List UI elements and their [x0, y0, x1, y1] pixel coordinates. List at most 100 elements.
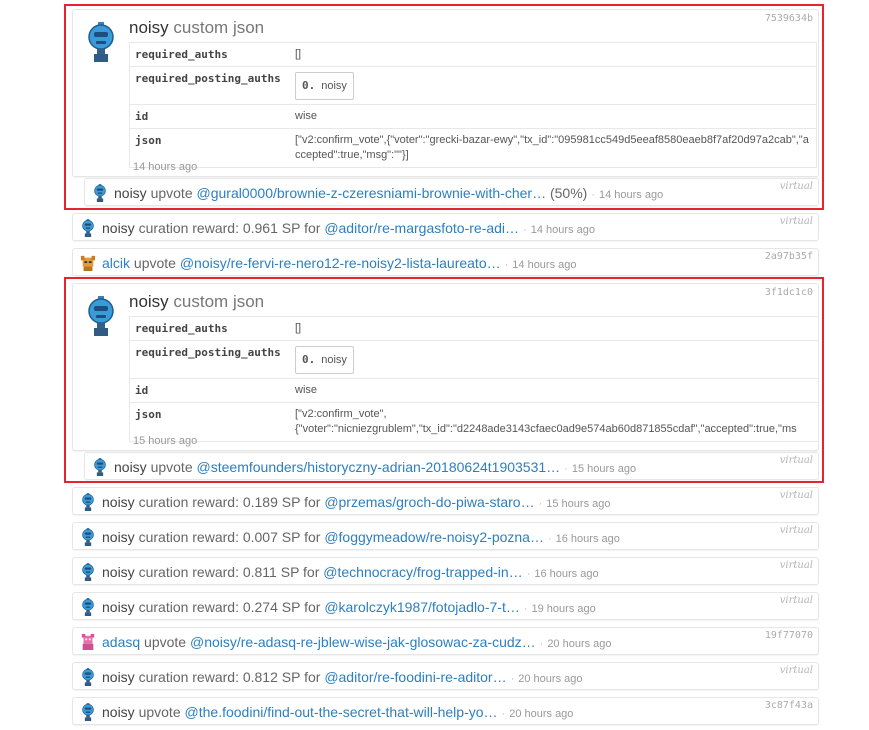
- row-time[interactable]: 15 hours ago: [572, 463, 636, 475]
- row-time[interactable]: 14 hours ago: [531, 224, 595, 236]
- row-time[interactable]: 14 hours ago: [599, 189, 663, 201]
- row-tag[interactable]: 3c87f43a: [765, 700, 813, 711]
- row-user[interactable]: noisy: [102, 669, 135, 685]
- tx-tag[interactable]: 3f1dc1c0: [765, 287, 813, 298]
- card-type: custom json: [173, 18, 265, 37]
- row-action: curation reward: 0.007 SP for: [138, 529, 321, 545]
- row-time[interactable]: 20 hours ago: [509, 708, 573, 720]
- post-link[interactable]: @gural0000/brownie-z-czeresniami-brownie…: [197, 185, 547, 201]
- row-time[interactable]: 19 hours ago: [532, 603, 596, 615]
- field-id: id wise: [129, 378, 819, 403]
- post-link[interactable]: @karolczyk1987/fotojadlo-7-t…: [324, 599, 520, 615]
- row-tag: virtual: [779, 490, 813, 501]
- list-item: noisy curation reward: 0.961 SP for @adi…: [72, 213, 819, 241]
- user-avatar[interactable]: [80, 598, 96, 616]
- card-title: noisy custom json: [129, 18, 264, 38]
- user-avatar[interactable]: [80, 254, 96, 272]
- card-user[interactable]: noisy: [129, 18, 169, 37]
- list-item: adasq upvote @noisy/re-adasq-re-jblew-wi…: [72, 627, 819, 655]
- row-action: upvote: [150, 459, 193, 475]
- row-time[interactable]: 15 hours ago: [546, 498, 610, 510]
- row-user[interactable]: noisy: [102, 220, 135, 236]
- user-avatar[interactable]: [80, 563, 96, 581]
- user-avatar[interactable]: [80, 528, 96, 546]
- row-tag: virtual: [779, 560, 813, 571]
- post-link[interactable]: @steemfounders/historyczny-adrian-201806…: [197, 459, 561, 475]
- post-link[interactable]: @aditor/re-foodini-re-aditor…: [324, 669, 506, 685]
- post-link[interactable]: @aditor/re-margasfoto-re-adi…: [324, 220, 519, 236]
- post-link[interactable]: @technocracy/frog-trapped-in…: [323, 564, 522, 580]
- row-user[interactable]: noisy: [102, 704, 135, 720]
- field-required-auths: required_auths []: [129, 42, 817, 67]
- row-user[interactable]: alcik: [102, 255, 130, 271]
- custom-json-card-2: noisy custom json 3f1dc1c0 required_auth…: [72, 283, 819, 451]
- row-tag: virtual: [779, 525, 813, 536]
- post-link[interactable]: @the.foodini/find-out-the-secret-that-wi…: [185, 704, 498, 720]
- user-avatar[interactable]: [92, 184, 108, 202]
- operation-table: required_auths [] required_posting_auths…: [129, 316, 819, 442]
- row-action: curation reward: 0.811 SP for: [138, 564, 320, 580]
- posting-auth-pill[interactable]: 0. noisy: [295, 346, 354, 374]
- row-time[interactable]: 16 hours ago: [534, 568, 598, 580]
- row-user[interactable]: noisy: [102, 599, 135, 615]
- user-avatar[interactable]: [80, 703, 96, 721]
- user-avatar[interactable]: [80, 493, 96, 511]
- list-item: alcik upvote @noisy/re-fervi-re-nero12-r…: [72, 248, 819, 276]
- field-id: id wise: [129, 104, 817, 129]
- row-user[interactable]: noisy: [102, 564, 135, 580]
- row-tag: virtual: [779, 595, 813, 606]
- row-action: upvote: [150, 185, 193, 201]
- field-json: json ["v2:confirm_vote",{"voter":"grecki…: [129, 128, 817, 168]
- field-required-posting-auths: required_posting_auths 0. noisy: [129, 340, 819, 379]
- row-time[interactable]: 20 hours ago: [518, 673, 582, 685]
- list-item: noisy upvote @gural0000/brownie-z-czeres…: [84, 178, 819, 206]
- row-user[interactable]: noisy: [114, 459, 147, 475]
- post-link[interactable]: @foggymeadow/re-noisy2-pozna…: [324, 529, 544, 545]
- user-avatar[interactable]: [92, 458, 108, 476]
- row-tag: virtual: [779, 455, 813, 466]
- posting-auth-pill[interactable]: 0. noisy: [295, 72, 354, 100]
- field-json: json ["v2:confirm_vote", {"voter":"nicni…: [129, 402, 819, 442]
- row-extra: (50%): [546, 185, 588, 201]
- row-user[interactable]: adasq: [102, 634, 140, 650]
- row-action: curation reward: 0.812 SP for: [138, 669, 321, 685]
- tx-tag[interactable]: 7539634b: [765, 13, 813, 24]
- list-item: noisy curation reward: 0.274 SP for @kar…: [72, 592, 819, 620]
- row-tag[interactable]: 2a97b35f: [765, 251, 813, 262]
- user-avatar[interactable]: [80, 633, 96, 651]
- row-action: upvote: [133, 255, 176, 271]
- list-item: noisy upvote @the.foodini/find-out-the-s…: [72, 697, 819, 725]
- card-type: custom json: [173, 292, 265, 311]
- row-time[interactable]: 16 hours ago: [556, 533, 620, 545]
- row-user[interactable]: noisy: [102, 494, 135, 510]
- card-title: noisy custom json: [129, 292, 264, 312]
- card-time[interactable]: 15 hours ago: [133, 435, 197, 447]
- operation-table: required_auths [] required_posting_auths…: [129, 42, 817, 168]
- list-item: noisy upvote @steemfounders/historyczny-…: [84, 452, 819, 480]
- card-user[interactable]: noisy: [129, 292, 169, 311]
- row-time[interactable]: 14 hours ago: [512, 259, 576, 271]
- post-link[interactable]: @przemas/groch-do-piwa-staro…: [324, 494, 534, 510]
- card-time[interactable]: 14 hours ago: [133, 161, 197, 173]
- field-required-auths: required_auths []: [129, 316, 819, 341]
- row-tag[interactable]: 19f77070: [765, 630, 813, 641]
- custom-json-card-1: noisy custom json 7539634b required_auth…: [72, 9, 819, 177]
- user-avatar[interactable]: [80, 219, 96, 237]
- user-avatar[interactable]: [88, 22, 114, 62]
- row-user[interactable]: noisy: [102, 529, 135, 545]
- row-action: upvote: [144, 634, 187, 650]
- user-avatar[interactable]: [88, 296, 114, 336]
- user-avatar[interactable]: [80, 668, 96, 686]
- row-user[interactable]: noisy: [114, 185, 147, 201]
- row-time[interactable]: 20 hours ago: [547, 638, 611, 650]
- row-tag: virtual: [779, 216, 813, 227]
- list-item: noisy curation reward: 0.812 SP for @adi…: [72, 662, 819, 690]
- list-item: noisy curation reward: 0.007 SP for @fog…: [72, 522, 819, 550]
- post-link[interactable]: @noisy/re-adasq-re-jblew-wise-jak-glosow…: [190, 634, 536, 650]
- field-required-posting-auths: required_posting_auths 0. noisy: [129, 66, 817, 105]
- post-link[interactable]: @noisy/re-fervi-re-nero12-re-noisy2-list…: [180, 255, 501, 271]
- list-item: noisy curation reward: 0.811 SP for @tec…: [72, 557, 819, 585]
- row-action: curation reward: 0.274 SP for: [138, 599, 321, 615]
- row-tag: virtual: [779, 181, 813, 192]
- row-action: upvote: [138, 704, 181, 720]
